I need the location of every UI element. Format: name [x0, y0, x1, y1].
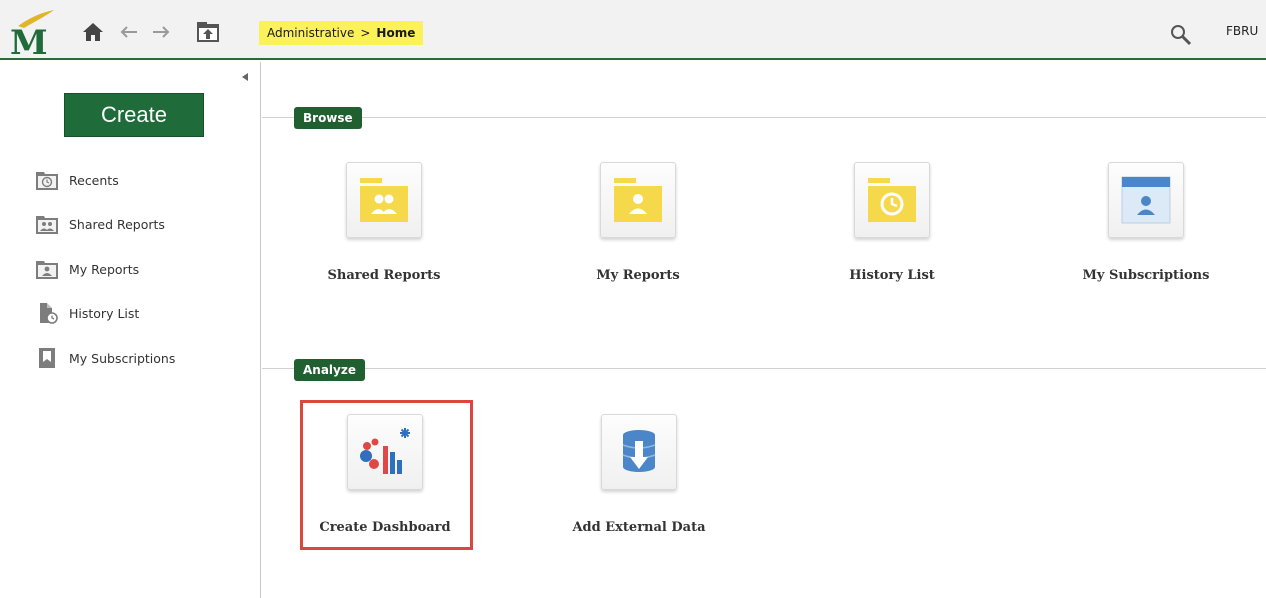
sidebar-item-my-subscriptions[interactable]: My Subscriptions [35, 345, 175, 371]
search-icon [1171, 25, 1192, 46]
browse-divider [262, 117, 1266, 118]
tile-icon-frame [1108, 162, 1184, 238]
forward-button[interactable] [150, 19, 172, 45]
back-button[interactable] [118, 19, 140, 45]
mason-m-logo[interactable]: M [10, 8, 56, 56]
history-folder-icon [868, 178, 916, 222]
recents-folder-icon [36, 172, 58, 190]
dashboard-chart-icon [360, 428, 410, 474]
tile-icon-frame [346, 162, 422, 238]
breadcrumb-separator: > [360, 26, 371, 40]
breadcrumb: Administrative > Home [259, 21, 424, 45]
sidebar-item-label: My Subscriptions [69, 350, 176, 366]
up-folder-icon [197, 22, 219, 42]
tile-label: My Subscriptions [1082, 268, 1210, 283]
my-reports-folder-icon [614, 178, 662, 222]
sidebar-item-my-reports[interactable]: My Reports [35, 256, 139, 282]
user-menu[interactable]: FBRU [1226, 24, 1258, 38]
tile-add-external-data[interactable]: Add External Data [549, 414, 729, 554]
up-folder-button[interactable] [196, 19, 220, 45]
sidebar-item-label: History List [69, 305, 140, 321]
tile-my-reports[interactable]: My Reports [548, 162, 728, 302]
sidebar-item-label: Recents [69, 172, 119, 188]
tile-label: My Reports [596, 268, 680, 283]
tile-icon-frame [347, 414, 423, 490]
back-arrow-icon [120, 26, 137, 38]
tile-label: History List [849, 268, 935, 283]
sidebar-item-history-list[interactable]: History List [35, 300, 139, 326]
tile-icon-frame [854, 162, 930, 238]
shared-folder-icon [36, 216, 58, 234]
forward-arrow-icon [153, 26, 170, 38]
shared-reports-folder-icon [360, 178, 408, 222]
subscriptions-icon [39, 348, 55, 368]
tile-label: Create Dashboard [319, 520, 451, 535]
tile-create-dashboard[interactable]: Create Dashboard [295, 414, 475, 554]
analyze-divider [262, 368, 1266, 369]
breadcrumb-root-link[interactable]: Administrative [267, 26, 354, 40]
database-import-icon [622, 430, 656, 472]
search-button[interactable] [1170, 24, 1192, 46]
history-list-icon [40, 303, 58, 324]
tile-history-list[interactable]: History List [802, 162, 982, 302]
home-icon [83, 23, 103, 41]
top-toolbar: M Administrative > Home FBRU [0, 0, 1266, 60]
browse-heading: Browse [294, 107, 362, 129]
sidebar-item-label: Shared Reports [69, 216, 165, 232]
sidebar-item-label: My Reports [69, 261, 140, 277]
subscriptions-window-icon [1121, 176, 1171, 224]
my-folder-icon [36, 261, 58, 279]
home-button[interactable] [82, 19, 104, 45]
analyze-heading: Analyze [294, 359, 365, 381]
tile-my-subscriptions[interactable]: My Subscriptions [1056, 162, 1236, 302]
sidebar: Create Recents Shared Reports My Reports [0, 62, 261, 598]
tile-icon-frame [600, 162, 676, 238]
tile-icon-frame [601, 414, 677, 490]
breadcrumb-current: Home [376, 26, 416, 40]
sidebar-item-recents[interactable]: Recents [35, 167, 119, 193]
tile-shared-reports[interactable]: Shared Reports [294, 162, 474, 302]
create-button[interactable]: Create [64, 93, 204, 137]
tile-label: Shared Reports [327, 268, 441, 283]
collapse-sidebar-icon[interactable] [240, 72, 250, 82]
svg-text:M: M [10, 23, 48, 56]
main-content: Browse Shared Reports My Reports History… [262, 62, 1266, 598]
tile-label: Add External Data [572, 520, 706, 535]
sidebar-item-shared-reports[interactable]: Shared Reports [35, 211, 165, 237]
